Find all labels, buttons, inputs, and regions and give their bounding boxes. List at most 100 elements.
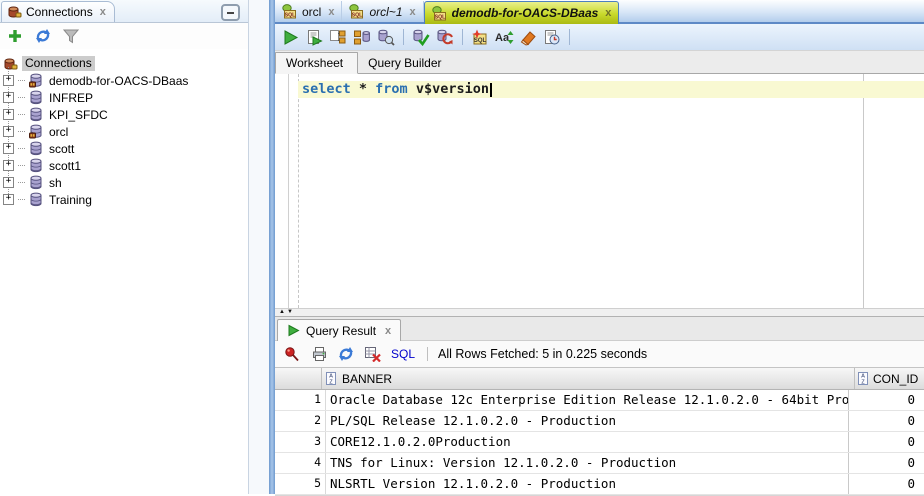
- expand-icon[interactable]: +: [3, 126, 14, 137]
- grid-header-rownum[interactable]: [275, 368, 322, 389]
- tab-query-result-label: Query Result: [306, 324, 376, 338]
- refresh-result-button[interactable]: [335, 343, 357, 365]
- change-case-button[interactable]: Aa: [493, 26, 515, 48]
- sql-tuning-advisor-button[interactable]: [375, 26, 397, 48]
- expand-icon[interactable]: +: [3, 194, 14, 205]
- add-connection-button[interactable]: [4, 25, 26, 47]
- doc-tab-orcl[interactable]: SQL orcl x: [275, 1, 342, 22]
- expand-icon[interactable]: +: [3, 109, 14, 120]
- column-label-conid: CON_ID: [873, 372, 918, 386]
- editor-current-line[interactable]: select * from v$version: [298, 81, 924, 98]
- expand-icon[interactable]: +: [3, 143, 14, 154]
- sql-history-button[interactable]: [541, 26, 563, 48]
- conid-cell[interactable]: 0: [849, 474, 924, 494]
- sql-text: *: [351, 81, 375, 98]
- tree-item-kpi-sfdc[interactable]: + KPI_SFDC: [0, 106, 248, 123]
- commit-button[interactable]: [410, 26, 432, 48]
- worksheet-panel: SQL orcl x SQL orcl~1 x SQL: [275, 0, 924, 494]
- unshared-worksheet-button[interactable]: SQL: [469, 26, 491, 48]
- banner-cell[interactable]: Oracle Database 12c Enterprise Edition R…: [326, 390, 849, 410]
- doc-tab-demodb[interactable]: SQL demodb-for-OACS-DBaas x: [424, 1, 620, 24]
- banner-cell[interactable]: TNS for Linux: Version 12.1.0.2.0 - Prod…: [326, 453, 849, 473]
- toolbar-separator: [427, 347, 428, 361]
- sql-doc-label: SQL: [352, 12, 363, 18]
- collapse-down-icon[interactable]: ▼: [287, 310, 293, 315]
- expand-icon[interactable]: +: [3, 177, 14, 188]
- conid-cell[interactable]: 0: [849, 390, 924, 410]
- commit-icon: [412, 29, 430, 46]
- row-number-cell[interactable]: 4: [275, 453, 326, 473]
- row-number-cell[interactable]: 1: [275, 390, 326, 410]
- row-number-cell[interactable]: 2: [275, 411, 326, 431]
- tree-connector: [18, 80, 25, 81]
- tab-query-result[interactable]: Query Result x: [277, 319, 401, 341]
- tree-item-scott1[interactable]: + scott1: [0, 157, 248, 174]
- tree-connector: [18, 199, 25, 200]
- tab-connections[interactable]: Connections x: [1, 1, 115, 22]
- conid-cell[interactable]: 0: [849, 432, 924, 452]
- autotrace-button[interactable]: [351, 26, 373, 48]
- tab-worksheet[interactable]: Worksheet: [275, 52, 358, 74]
- conid-cell[interactable]: 0: [849, 411, 924, 431]
- sql-button[interactable]: SQL: [391, 347, 415, 361]
- tree-item-sh[interactable]: + sh: [0, 174, 248, 191]
- explain-plan-button[interactable]: [327, 26, 349, 48]
- sql-worksheet-icon: SQL: [349, 4, 365, 19]
- editor-gutter: [275, 74, 289, 308]
- tree-item-infrep[interactable]: + INFREP: [0, 89, 248, 106]
- tree-connector: [18, 182, 25, 183]
- expand-icon[interactable]: +: [3, 160, 14, 171]
- tree-connector: [18, 131, 25, 132]
- rollback-button[interactable]: [434, 26, 456, 48]
- database-icon: [29, 90, 43, 105]
- sql-editor[interactable]: select * from v$version: [275, 74, 924, 308]
- sql-developer-window: Connections x: [0, 0, 924, 494]
- run-statement-button[interactable]: [279, 26, 301, 48]
- grid-header-banner[interactable]: A Z BANNER: [322, 368, 855, 389]
- tree-root-connections[interactable]: Connections: [0, 55, 248, 72]
- unshared-worksheet-icon: SQL: [471, 29, 489, 46]
- expand-icon[interactable]: +: [3, 92, 14, 103]
- tree-item-orcl[interactable]: + orcl: [0, 123, 248, 140]
- refresh-button[interactable]: [32, 25, 54, 47]
- close-icon[interactable]: x: [385, 326, 391, 336]
- delete-result-button[interactable]: [362, 343, 384, 365]
- conid-cell[interactable]: 0: [849, 453, 924, 473]
- tab-connections-label: Connections: [26, 5, 93, 19]
- tree-item-training[interactable]: + Training: [0, 191, 248, 208]
- banner-cell[interactable]: PL/SQL Release 12.1.0.2.0 - Production: [326, 411, 849, 431]
- grid-header-conid[interactable]: A Z CON_ID: [855, 368, 924, 389]
- refresh-icon: [337, 346, 355, 362]
- document-tabbar: SQL orcl x SQL orcl~1 x SQL: [275, 0, 924, 24]
- banner-cell[interactable]: NLSRTL Version 12.1.0.2.0 - Production: [326, 474, 849, 494]
- database-icon: [29, 107, 43, 122]
- editor-result-splitter[interactable]: ▲ ▼: [275, 308, 924, 317]
- doc-tab-orcl-1[interactable]: SQL orcl~1 x: [342, 1, 423, 22]
- run-script-button[interactable]: [303, 26, 325, 48]
- row-number-cell[interactable]: 5: [275, 474, 326, 494]
- sql-doc-label: SQL: [474, 38, 487, 44]
- minimize-icon: [227, 12, 234, 14]
- collapse-up-icon[interactable]: ▲: [279, 310, 285, 315]
- eraser-icon: [519, 29, 537, 46]
- run-script-icon: [306, 29, 323, 46]
- row-number-cell[interactable]: 3: [275, 432, 326, 452]
- filter-button[interactable]: [60, 25, 82, 47]
- pin-button[interactable]: [281, 343, 303, 365]
- banner-cell[interactable]: CORE12.1.0.2.0Production: [326, 432, 849, 452]
- sql-doc-label: SQL: [285, 12, 296, 18]
- rollback-icon: [436, 29, 454, 46]
- tree-item-scott[interactable]: + scott: [0, 140, 248, 157]
- clear-button[interactable]: [517, 26, 539, 48]
- close-icon[interactable]: x: [605, 8, 611, 18]
- toolbar-separator: [569, 29, 570, 45]
- close-icon[interactable]: x: [100, 7, 106, 17]
- close-icon[interactable]: x: [410, 7, 416, 17]
- tree-item-demodb[interactable]: + demodb-for-OACS-DBaas: [0, 72, 248, 89]
- minimize-panel-button[interactable]: [221, 4, 240, 21]
- expand-icon[interactable]: +: [3, 75, 14, 86]
- tab-query-builder[interactable]: Query Builder: [358, 53, 455, 73]
- print-button[interactable]: [308, 343, 330, 365]
- case-aa-label: Aa: [495, 32, 510, 44]
- close-icon[interactable]: x: [328, 7, 334, 17]
